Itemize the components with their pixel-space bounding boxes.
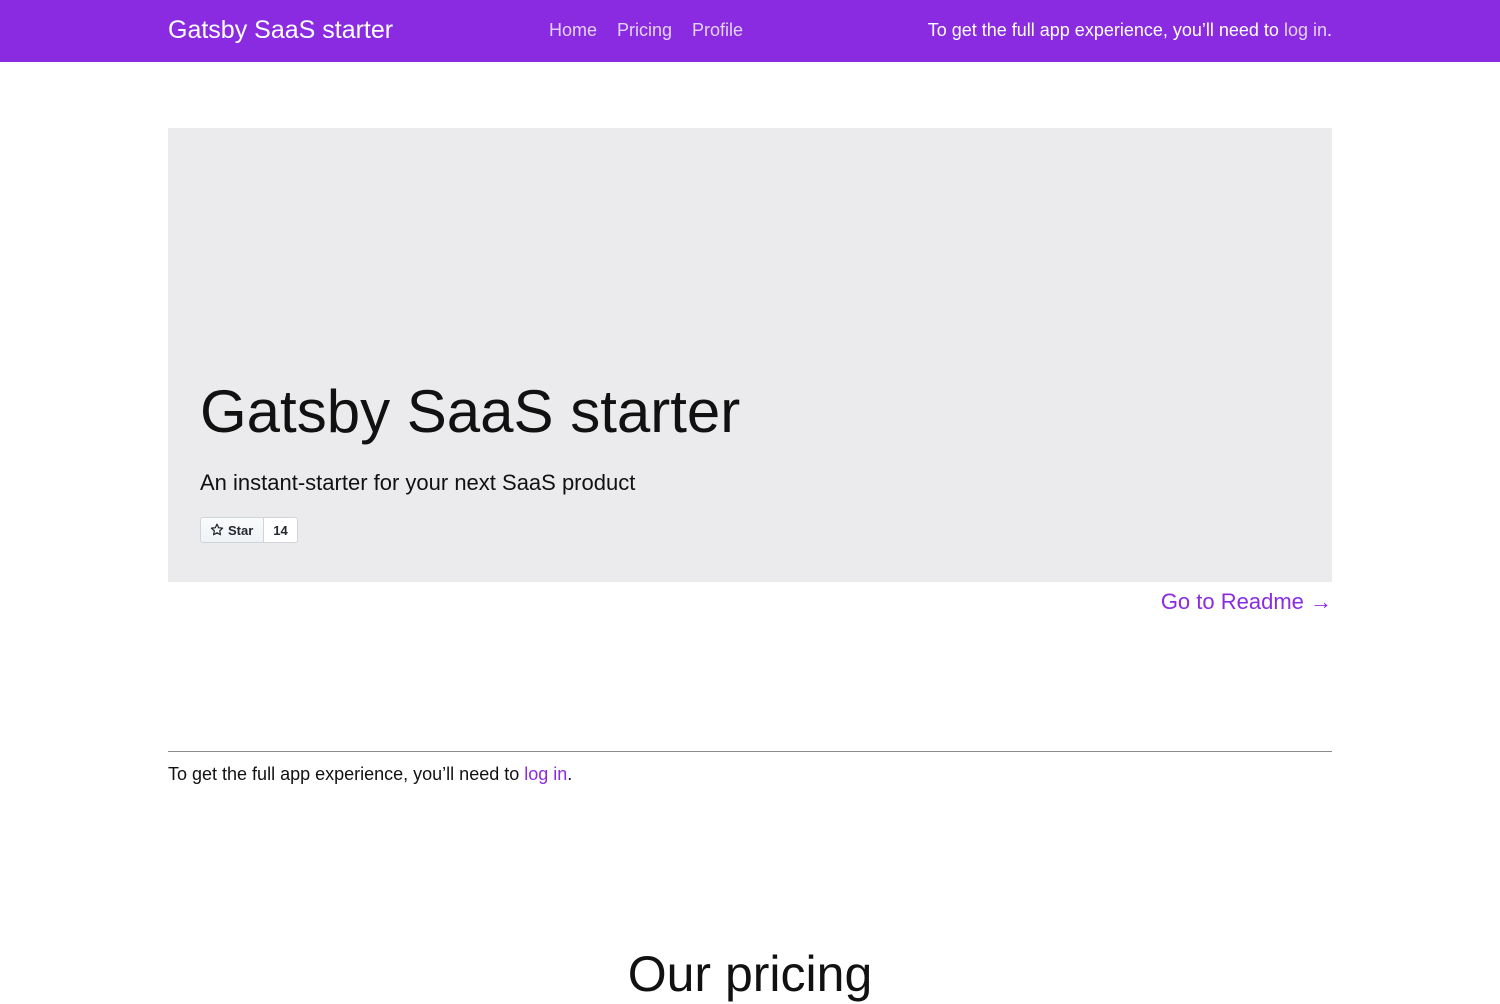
brand-link[interactable]: Gatsby SaaS starter	[168, 15, 393, 45]
nav-pricing-link[interactable]: Pricing	[617, 18, 672, 42]
top-navbar: Gatsby SaaS starter Home Pricing Profile…	[0, 0, 1500, 62]
login-notice-suffix: .	[567, 764, 573, 784]
header-login-notice: To get the full app experience, you’ll n…	[928, 18, 1332, 42]
go-to-readme-link[interactable]: Go to Readme →	[1161, 588, 1332, 616]
hero-subtitle: An instant-starter for your next SaaS pr…	[200, 470, 636, 495]
nav-home-link[interactable]: Home	[549, 18, 597, 42]
nav-profile-link[interactable]: Profile	[692, 18, 743, 42]
section-divider	[168, 751, 1332, 752]
pricing-heading: Our pricing	[627, 946, 873, 1002]
main-nav: Home Pricing Profile	[549, 18, 743, 42]
header-login-suffix: .	[1326, 20, 1332, 40]
github-star-label: Star	[228, 522, 254, 538]
hero-title: Gatsby SaaS starter	[200, 378, 741, 445]
login-notice: To get the full app experience, you’ll n…	[168, 762, 572, 786]
header-login-prefix: To get the full app experience, you’ll n…	[927, 20, 1284, 40]
star-icon	[210, 523, 224, 537]
hero-section: Gatsby SaaS starter An instant-starter f…	[168, 128, 1332, 582]
header-login-link[interactable]: log in	[1284, 20, 1327, 40]
github-star-widget: Star 14	[200, 517, 298, 543]
github-star-button[interactable]: Star	[200, 517, 265, 543]
github-star-count[interactable]: 14	[264, 517, 298, 543]
login-notice-prefix: To get the full app experience, you’ll n…	[168, 764, 525, 784]
login-link[interactable]: log in	[524, 764, 567, 784]
